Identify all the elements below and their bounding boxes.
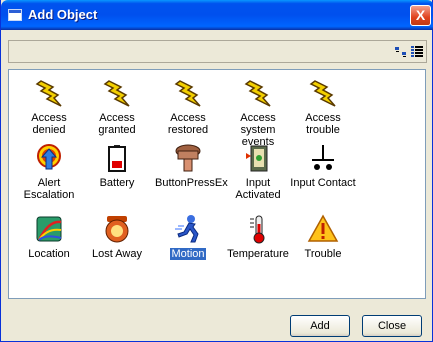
title-bar[interactable]: Add Object X [1,0,433,30]
lightning-bolt-icon [103,80,130,107]
list-item-label: Access trouble [305,112,341,136]
list-item[interactable]: Temperature [225,214,291,260]
list-item-label: Location [28,248,70,260]
button-press-icon [175,144,201,172]
add-button[interactable]: Add [290,315,350,337]
close-icon: X [415,7,426,23]
list-item[interactable]: Location [16,214,82,260]
list-item-label: Trouble [304,248,342,260]
battery-icon [108,145,126,172]
list-item[interactable]: Access granted [84,78,150,136]
trouble-warning-icon [307,214,339,242]
list-view-icon[interactable] [410,44,425,59]
list-item-label: Access granted [98,112,136,136]
lightning-bolt-icon [244,80,271,107]
lightning-bolt-icon [35,80,62,107]
add-button-label: Add [310,320,330,332]
list-item-label: Temperature [227,248,289,260]
close-button[interactable]: Close [362,315,422,337]
close-button-label: Close [377,320,407,332]
list-item[interactable]: ButtonPressEx [155,143,228,189]
lost-away-icon [105,216,129,243]
object-list[interactable]: Access denied Access granted Access rest… [8,69,426,299]
toolbar [8,40,427,63]
list-item-label: Lost Away [92,248,142,260]
list-item[interactable]: Access system events [225,78,291,148]
list-item[interactable]: Battery [84,143,150,189]
list-item[interactable]: Access denied [16,78,82,136]
input-contact-icon [312,145,334,170]
close-window-button[interactable]: X [410,5,431,26]
list-item[interactable]: Access trouble [290,78,356,136]
lightning-bolt-icon [174,80,201,107]
list-item-label: Motion [170,248,206,260]
list-item-selected[interactable]: Motion [155,214,221,260]
small-icons-view-icon[interactable] [394,44,409,59]
add-object-dialog: Add Object X Access denied Access grante… [0,0,433,342]
list-item[interactable]: Input Activated [225,143,291,201]
window-icon [8,9,22,21]
list-item-label: Input Contact [290,177,356,189]
list-item-label: Access denied [31,112,67,136]
location-icon [36,216,62,242]
list-item-label: ButtonPressEx [155,177,228,189]
list-item-label: Access restored [167,112,209,136]
motion-icon [175,215,199,243]
temperature-icon [250,215,265,244]
list-item[interactable]: Lost Away [84,214,150,260]
list-item[interactable]: Trouble [290,214,356,260]
lightning-bolt-icon [309,80,336,107]
window-title: Add Object [28,7,98,22]
list-item[interactable]: Alert Escalation [16,143,82,201]
list-item-label: Input Activated [235,177,281,201]
alert-escalation-icon [37,144,61,170]
list-item[interactable]: Access restored [155,78,221,136]
list-item[interactable]: Input Contact [290,143,356,189]
list-item-label: Alert Escalation [23,177,75,201]
input-activated-icon [246,145,268,172]
list-item-label: Battery [99,177,135,189]
